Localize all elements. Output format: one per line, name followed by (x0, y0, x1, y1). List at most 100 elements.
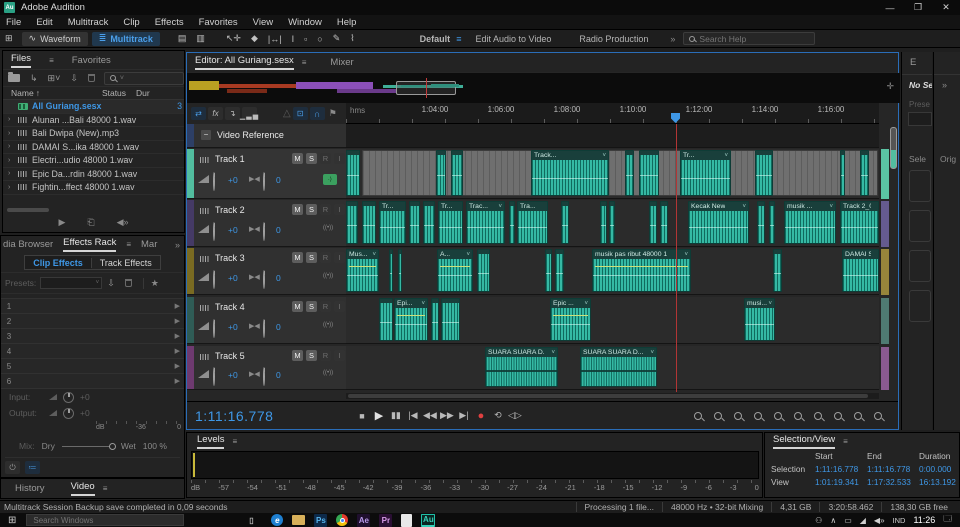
fx-icon[interactable]: fx (208, 107, 223, 120)
zoom-reset-button[interactable] (854, 411, 862, 420)
menu-file[interactable]: File (6, 17, 21, 28)
audio-clip[interactable] (555, 249, 564, 292)
save-preset-icon[interactable]: ⇩ (107, 278, 115, 289)
menu-edit[interactable]: Edit (36, 17, 52, 28)
column-status[interactable]: Status (102, 88, 126, 98)
tab-selection-view[interactable]: Selection/View (773, 434, 836, 449)
track-name[interactable]: Track 5 (215, 351, 245, 361)
monitor-input-button[interactable]: I (334, 252, 345, 263)
audio-clip[interactable] (362, 201, 376, 244)
metronome-icon[interactable]: △ (283, 108, 291, 119)
go-to-end-button[interactable]: ▶| (455, 410, 472, 421)
audio-clip[interactable]: Track 2_0 (840, 201, 879, 244)
language-indicator[interactable]: IND (893, 516, 906, 525)
clock[interactable]: 11:26 (913, 515, 935, 525)
horizontal-scrollbar[interactable] (7, 208, 49, 212)
minimize-button[interactable]: — (876, 0, 904, 15)
audio-clip[interactable]: SUARA SUARA D... ˅ (485, 347, 558, 387)
paintbrush-selection-tool[interactable]: ✎ (333, 33, 341, 44)
audio-clip[interactable]: Tr... ˅ (680, 150, 731, 196)
volume-knob[interactable] (213, 222, 215, 241)
rack-power-button[interactable]: ⏻ (5, 461, 20, 474)
sends-icon[interactable]: ((•)) (323, 225, 333, 231)
zoom-in-time-button[interactable] (794, 411, 802, 420)
arm-record-button[interactable]: R (320, 350, 331, 361)
arm-record-button[interactable]: R (320, 301, 331, 312)
levels-panel-menu-icon[interactable]: ≡ (232, 437, 237, 446)
zoom-in-amplitude-button[interactable] (694, 411, 702, 420)
expand-icon[interactable]: › (8, 170, 18, 177)
maximize-button[interactable]: ❐ (904, 0, 932, 15)
volume-knob[interactable] (213, 270, 215, 289)
time-selection-tool[interactable]: I (292, 34, 295, 44)
lasso-selection-tool[interactable]: ○ (317, 34, 322, 44)
routing-icon[interactable]: ↴ (225, 107, 240, 120)
column-name[interactable]: Name (11, 88, 34, 98)
audio-clip[interactable]: Tr... (379, 201, 406, 244)
audio-clip[interactable] (451, 150, 463, 196)
workspace-default[interactable]: Default (420, 34, 451, 44)
timeline-ruler[interactable]: hms 1:04:00 1:06:00 1:08:00 1:10:00 1:12… (346, 103, 879, 124)
video-panel-menu-icon[interactable]: ≡ (103, 484, 108, 493)
effect-slot-3[interactable]: 3 ▶ (1, 329, 184, 344)
video-track-header[interactable]: − Video Reference (187, 124, 346, 148)
arm-record-button[interactable]: R (320, 153, 331, 164)
audio-clip[interactable]: Tr... (438, 201, 463, 244)
tab-mixer[interactable]: Mixer (330, 57, 353, 68)
taskbar-search-input[interactable] (33, 515, 174, 525)
edge-icon[interactable]: e (271, 514, 284, 526)
move-tool[interactable]: ↖✛ (226, 33, 241, 44)
marquee-selection-tool[interactable]: ▫ (304, 34, 307, 44)
help-search-input[interactable] (699, 33, 800, 44)
go-to-start-button[interactable]: |◀ (404, 410, 421, 421)
fast-forward-button[interactable]: ▶▶ (438, 410, 455, 421)
stop-button[interactable]: ■ (353, 411, 370, 421)
workspace-menu-icon[interactable]: ≡ (456, 34, 461, 44)
audio-clip[interactable] (561, 201, 569, 244)
magnet-icon[interactable]: ∩ (309, 107, 325, 120)
arm-record-button[interactable]: R (320, 204, 331, 215)
navigator-scroll-icon[interactable]: ✛ (886, 81, 894, 92)
record-button[interactable]: ● (472, 410, 489, 422)
tab-editor[interactable]: Editor: All Guriang.sesx (195, 55, 294, 70)
audio-clip[interactable]: A... ˅ (437, 249, 473, 292)
audio-clip[interactable] (639, 150, 659, 196)
volume-knob[interactable] (213, 319, 215, 338)
preset-dropdown[interactable] (908, 112, 932, 126)
slip-tool[interactable]: |↔| (268, 34, 282, 44)
auto-play-icon[interactable]: ⎗ (87, 217, 94, 228)
audio-clip[interactable]: Epi... ˅ (394, 298, 428, 341)
audio-clip[interactable] (773, 249, 782, 292)
razor-tool[interactable]: ◆ (251, 33, 258, 44)
timeline-hscroll[interactable] (346, 393, 879, 399)
track-lane-4[interactable]: Epi... ˅ Epic ... ˅ musi... ˅ (346, 297, 879, 344)
audio-clip[interactable]: DAMAI Suling (842, 249, 879, 292)
task-view-icon[interactable]: ▯ (240, 509, 262, 527)
audio-clip[interactable]: musik ... ˅ (784, 201, 836, 244)
audio-clip[interactable] (409, 201, 420, 244)
multitrack-button[interactable]: ≣ Multitrack (91, 31, 160, 46)
effect-slot-5[interactable]: 5 ▶ (1, 359, 184, 374)
volume-icon[interactable]: ◀» (874, 516, 885, 525)
preset-type-button[interactable] (909, 250, 931, 282)
effect-slot-1[interactable]: 1 ▶ (1, 299, 184, 314)
open-file-icon[interactable] (8, 72, 20, 82)
file-row[interactable]: › DAMAI S...ika 48000 1.wav (3, 141, 184, 154)
spectral-pitch-icon[interactable]: ▥ (196, 33, 205, 44)
mute-button[interactable]: M (292, 350, 303, 361)
menu-multitrack[interactable]: Multitrack (68, 17, 109, 28)
loop-playback-icon[interactable]: ◀» (117, 217, 129, 228)
mute-button[interactable]: M (292, 301, 303, 312)
document-app-icon[interactable] (401, 513, 413, 527)
monitor-input-button[interactable]: I (334, 153, 345, 164)
mute-button[interactable]: M (292, 153, 303, 164)
preview-play-button[interactable]: ▶ (58, 217, 65, 228)
spot-healing-tool[interactable]: ⌇ (350, 33, 354, 44)
track-lane-2[interactable]: Tr... Tr... Trac... ˅ Tra... Kecak New ˅ m… (346, 200, 879, 247)
audio-clip[interactable] (436, 150, 446, 196)
mix-slider-handle[interactable] (108, 442, 116, 450)
session-overview-navigator[interactable]: ✛ (187, 73, 900, 103)
effect-slot-2[interactable]: 2 ▶ (1, 314, 184, 329)
audio-clip[interactable] (431, 298, 439, 341)
network-icon[interactable]: ◢ (860, 516, 866, 525)
